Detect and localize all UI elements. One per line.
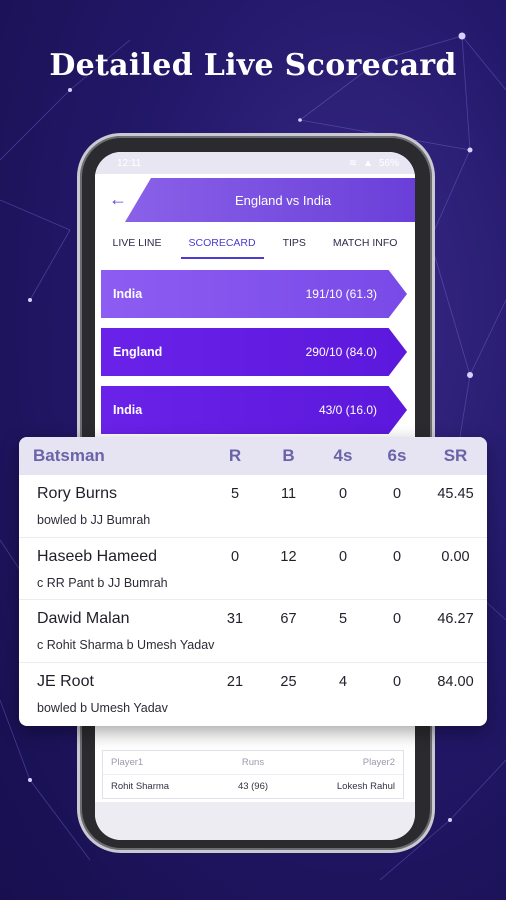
partnership-player1: Rohit Sharma xyxy=(111,781,170,792)
balls-value: 25 xyxy=(280,673,297,690)
sixes-value: 0 xyxy=(392,548,402,565)
dismissal-text: bowled b JJ Bumrah xyxy=(37,513,151,527)
battery-level: 56% xyxy=(378,157,399,169)
wifi-icon: ≋ xyxy=(348,157,358,169)
innings-score: 290/10 (84.0) xyxy=(305,345,377,359)
batsman-name: Haseeb Hameed xyxy=(37,547,158,565)
innings-team: India xyxy=(113,403,143,417)
balls-value: 12 xyxy=(280,548,297,565)
fours-value: 4 xyxy=(338,673,348,690)
balls-value: 67 xyxy=(280,611,297,627)
table-row: Haseeb Hameed c RR Pant b JJ Bumrah 0 12… xyxy=(19,538,487,600)
batting-table-header: Batsman R B 4s 6s SR xyxy=(19,437,487,475)
batsman-name: Dawid Malan xyxy=(37,610,130,627)
batsman-name: Rory Burns xyxy=(37,485,118,502)
tab-match-info[interactable]: MATCH INFO xyxy=(329,225,402,261)
header-batsman: Batsman xyxy=(33,446,105,465)
innings-item[interactable]: England 290/10 (84.0) xyxy=(101,328,407,376)
strike-rate-value: 84.00 xyxy=(437,673,474,690)
fours-value: 5 xyxy=(338,611,348,627)
partnership-header: Player1 Runs Player2 xyxy=(103,751,403,775)
tab-live-line[interactable]: LIVE LINE xyxy=(108,225,165,261)
table-row: JE Root bowled b Umesh Yadav 21 25 4 0 8… xyxy=(19,663,487,726)
innings-item[interactable]: India 191/10 (61.3) xyxy=(101,270,407,318)
status-bar: 12:11 ≋ ▲ 56% xyxy=(95,152,415,174)
app-header: ← England vs India xyxy=(95,174,415,222)
partnership-player2-header: Player2 xyxy=(362,757,395,768)
partnership-runs: 43 (96) xyxy=(237,781,269,792)
innings-score: 43/0 (16.0) xyxy=(318,403,377,417)
status-time: 12:11 xyxy=(117,157,142,169)
header-fours: 4s xyxy=(333,446,353,465)
sixes-value: 0 xyxy=(392,611,402,627)
fours-value: 0 xyxy=(338,548,348,565)
sixes-value: 0 xyxy=(392,673,402,690)
innings-team: India xyxy=(113,287,143,301)
partnership-table: Player1 Runs Player2 Rohit Sharma 43 (96… xyxy=(102,750,404,799)
match-title: England vs India xyxy=(234,192,332,208)
dismissal-text: bowled b Umesh Yadav xyxy=(37,700,168,715)
balls-value: 11 xyxy=(280,486,297,502)
runs-value: 31 xyxy=(226,611,244,627)
innings-item[interactable]: India 43/0 (16.0) xyxy=(101,386,407,434)
header-runs: R xyxy=(228,446,242,465)
dismissal-text: c RR Pant b JJ Bumrah xyxy=(37,575,168,590)
screen-bottom-area xyxy=(95,802,415,840)
fours-value: 0 xyxy=(338,486,348,502)
runs-value: 21 xyxy=(226,673,244,690)
partnership-runs-header: Runs xyxy=(241,757,265,768)
strike-rate-value: 0.00 xyxy=(441,548,470,565)
strike-rate-value: 45.45 xyxy=(437,486,474,502)
innings-score: 191/10 (61.3) xyxy=(305,287,377,301)
partnership-row: Rohit Sharma 43 (96) Lokesh Rahul xyxy=(103,775,403,798)
promo-headline: Detailed Live Scorecard xyxy=(49,48,457,83)
strike-rate-value: 46.27 xyxy=(437,611,474,627)
batsman-name: JE Root xyxy=(37,672,94,690)
header-sixes: 6s xyxy=(387,446,407,465)
table-row: Rory Burns bowled b JJ Bumrah 5 11 0 0 4… xyxy=(19,475,487,538)
header-balls: B xyxy=(282,446,295,465)
tab-tips[interactable]: TIPS xyxy=(279,225,310,261)
partnership-player1-header: Player1 xyxy=(111,757,144,768)
runs-value: 0 xyxy=(230,548,240,565)
tab-bar: LIVE LINE SCORECARD TIPS MATCH INFO xyxy=(95,222,415,264)
batting-scorecard: Batsman R B 4s 6s SR Rory Burns bowled b… xyxy=(19,437,487,726)
header-strike-rate: SR xyxy=(443,446,468,465)
innings-team: England xyxy=(113,345,163,359)
tab-scorecard[interactable]: SCORECARD xyxy=(180,225,264,261)
table-row: Dawid Malan c Rohit Sharma b Umesh Yadav… xyxy=(19,600,487,663)
dismissal-text: c Rohit Sharma b Umesh Yadav xyxy=(37,638,215,652)
signal-icon: ▲ xyxy=(363,157,373,169)
sixes-value: 0 xyxy=(392,486,402,502)
arrow-left-icon[interactable]: ← xyxy=(109,189,127,210)
match-title-band: England vs India xyxy=(125,178,415,222)
runs-value: 5 xyxy=(230,486,240,502)
partnership-player2: Lokesh Rahul xyxy=(336,781,395,792)
